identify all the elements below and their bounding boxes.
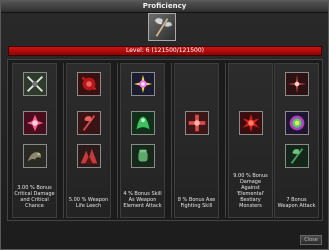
rainbow-blast-icon[interactable] bbox=[285, 111, 309, 135]
crossed-swords-icon[interactable] bbox=[23, 72, 47, 96]
column-divider bbox=[63, 63, 64, 218]
column-divider bbox=[225, 63, 226, 218]
perk-label-1: 3.00 % Bonus Critical Damage and Critica… bbox=[14, 185, 55, 209]
perk-columns: 3.00 % Bonus Critical Damage and Critica… bbox=[7, 59, 323, 221]
red-flare-icon[interactable] bbox=[285, 72, 309, 96]
red-explosion-icon[interactable] bbox=[239, 111, 263, 135]
column-divider bbox=[171, 63, 172, 218]
battle-axe-icon bbox=[148, 13, 176, 41]
close-button[interactable]: Close bbox=[300, 235, 322, 245]
perk-column-5: 9.00 % Bonus Damage Against 'Elemental' … bbox=[228, 63, 273, 218]
perk-label-6: 7 Bonus Weapon Attack bbox=[277, 197, 316, 209]
proficiency-window: Proficiency Level: 6 (121500/121500) 3.0… bbox=[0, 0, 329, 250]
perk-label-5: 9.00 % Bonus Damage Against 'Elemental' … bbox=[233, 173, 268, 209]
perk-column-2: 5.00 % Weapon Life Leech bbox=[66, 63, 111, 218]
column-divider bbox=[117, 63, 118, 218]
window-title: Proficiency bbox=[1, 1, 328, 13]
blood-burst-icon[interactable] bbox=[77, 72, 101, 96]
perk-column-3: 4 % Bonus Skill As Weapon Element Attack bbox=[120, 63, 165, 218]
perk-column-1: 3.00 % Bonus Critical Damage and Critica… bbox=[12, 63, 57, 218]
green-spirit-icon[interactable] bbox=[131, 111, 155, 135]
perk-label-4: 8 % Bonus Axe Fighting Skill bbox=[177, 197, 216, 209]
red-axe-icon[interactable] bbox=[77, 111, 101, 135]
green-fist-icon[interactable] bbox=[131, 144, 155, 168]
perk-column-4: 8 % Bonus Axe Fighting Skill bbox=[174, 63, 219, 218]
rainbow-burst-icon[interactable] bbox=[131, 72, 155, 96]
clawed-creature-icon[interactable] bbox=[77, 144, 101, 168]
level-progress-bar: Level: 6 (121500/121500) bbox=[8, 46, 322, 56]
perk-column-6: 7 Bonus Weapon Attack bbox=[274, 63, 319, 218]
green-axe-icon[interactable] bbox=[285, 144, 309, 168]
red-cross-rune-icon[interactable] bbox=[185, 111, 209, 135]
perk-label-3: 4 % Bonus Skill As Weapon Element Attack bbox=[123, 191, 162, 209]
perk-label-2: 5.00 % Weapon Life Leech bbox=[68, 197, 109, 209]
pink-fire-spell-icon[interactable] bbox=[23, 111, 47, 135]
wyvern-creature-icon[interactable] bbox=[23, 144, 47, 168]
